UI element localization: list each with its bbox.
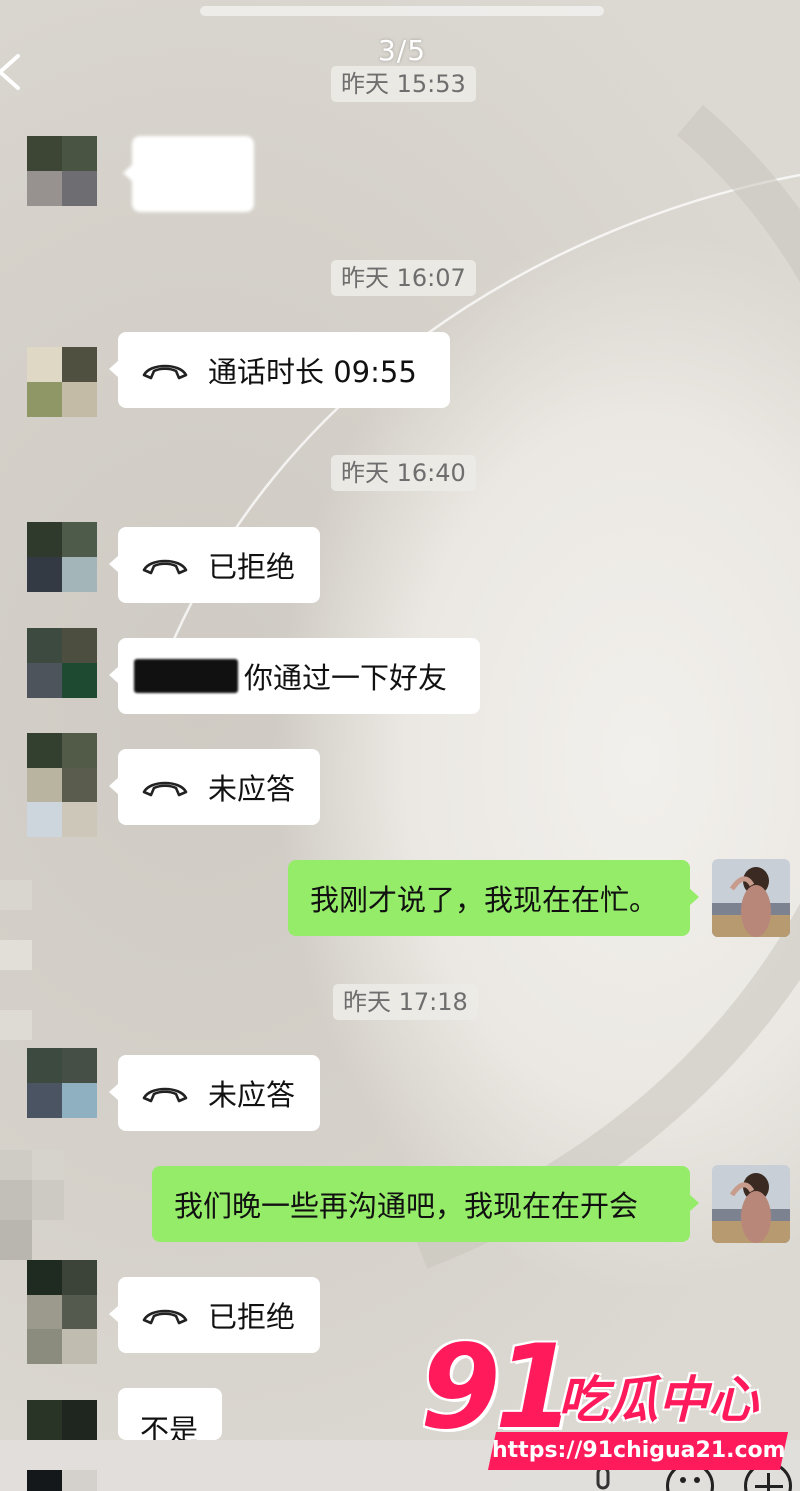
phone-hangup-icon (142, 364, 188, 380)
phone-hangup-icon (142, 559, 188, 575)
chat-wallpaper (0, 0, 800, 1491)
watermark-title: 吃瓜中心 (558, 1371, 758, 1429)
phone-hangup-icon (142, 781, 188, 797)
watermark-url-banner: https://91chigua21.com (487, 1432, 789, 1470)
contact-avatar[interactable] (27, 1400, 97, 1440)
my-avatar[interactable] (712, 859, 790, 937)
watermark-url: https://91chigua21.com (492, 1438, 786, 1463)
contact-avatar[interactable] (27, 1470, 97, 1491)
message-text: 你通过一下好友 (244, 661, 448, 695)
call-status-text: 未应答 (208, 1078, 296, 1112)
redacted-message-bubble[interactable] (123, 136, 254, 212)
call-status-text: 未应答 (208, 772, 296, 806)
phone-hangup-icon (142, 1309, 188, 1325)
message-text: 我刚才说了，我现在在忙。 (310, 883, 659, 917)
call-duration-text: 通话时长 09:55 (208, 355, 417, 389)
back-icon[interactable] (0, 52, 24, 92)
timestamp: 昨天 17:18 (333, 984, 478, 1020)
text-message-bubble[interactable]: 你通过一下好友 (109, 638, 480, 714)
sent-message-bubble[interactable]: 我刚才说了，我现在在忙。 (288, 860, 699, 936)
call-record-bubble[interactable]: 已拒绝 (109, 1277, 320, 1353)
contact-avatar[interactable] (27, 628, 97, 698)
timestamp: 昨天 16:07 (331, 260, 476, 296)
message-text: 我们晚一些再沟通吧，我现在在开会 (174, 1189, 639, 1223)
watermark-number: 91 (420, 1320, 575, 1455)
sent-message-bubble[interactable]: 我们晚一些再沟通吧，我现在在开会 (152, 1166, 699, 1242)
contact-avatar[interactable] (27, 347, 97, 417)
timestamp: 昨天 16:40 (331, 455, 476, 491)
site-watermark: 91 吃瓜中心 https://91chigua21.com (420, 1328, 790, 1478)
my-avatar[interactable] (712, 1165, 790, 1243)
message-text: 不是 (140, 1413, 199, 1440)
timestamp: 昨天 15:53 (331, 66, 476, 102)
contact-avatar[interactable] (27, 136, 97, 206)
call-record-bubble[interactable]: 未应答 (109, 1055, 320, 1131)
redacted-name (134, 659, 238, 693)
call-status-text: 已拒绝 (208, 1300, 296, 1334)
sheet-handle (200, 6, 604, 16)
call-record-bubble[interactable]: 未应答 (109, 749, 320, 825)
contact-avatar[interactable] (27, 522, 97, 592)
call-record-bubble[interactable]: 已拒绝 (109, 527, 320, 603)
page-indicator: 3/5 (377, 34, 427, 67)
text-message-bubble[interactable]: 不是 (118, 1388, 222, 1440)
call-status-text: 已拒绝 (208, 550, 296, 584)
contact-avatar[interactable] (27, 1048, 97, 1118)
call-record-bubble[interactable]: 通话时长 09:55 (109, 332, 450, 408)
phone-hangup-icon (142, 1087, 188, 1103)
contact-avatar[interactable] (27, 1260, 97, 1364)
contact-avatar[interactable] (27, 733, 97, 837)
